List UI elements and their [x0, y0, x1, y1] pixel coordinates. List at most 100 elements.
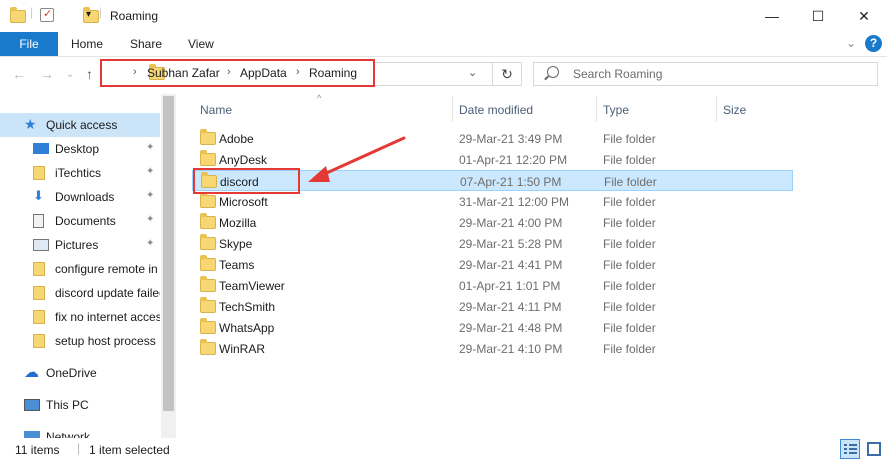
details-view-button[interactable]: [840, 439, 860, 459]
pin-icon[interactable]: ✦: [146, 190, 154, 201]
help-icon[interactable]: ?: [865, 35, 882, 52]
file-name[interactable]: TechSmith: [219, 300, 275, 314]
star-icon: ★: [24, 116, 37, 132]
up-arrow-icon[interactable]: ↑: [86, 66, 93, 82]
chevron-right-icon[interactable]: ›: [227, 66, 231, 78]
folder-icon: [200, 234, 216, 250]
sidebar-item-configure-remote-in[interactable]: configure remote in: [0, 258, 160, 280]
large-icons-view-button[interactable]: [864, 439, 884, 459]
column-header-type[interactable]: Type: [603, 103, 629, 117]
folder-icon: [200, 339, 216, 355]
file-row-teams[interactable]: Teams 29-Mar-21 4:41 PM File folder: [192, 254, 793, 275]
file-name[interactable]: Adobe: [219, 132, 254, 146]
breadcrumb-roaming[interactable]: Roaming: [309, 66, 357, 80]
properties-icon[interactable]: ✓: [40, 8, 54, 22]
file-name[interactable]: Skype: [219, 237, 252, 251]
annotation-highlight-box: [193, 168, 300, 194]
file-row-winrar[interactable]: WinRAR 29-Mar-21 4:10 PM File folder: [192, 338, 793, 359]
file-name[interactable]: Teams: [219, 258, 254, 272]
file-name[interactable]: TeamViewer: [219, 279, 285, 293]
column-header-date[interactable]: Date modified: [459, 103, 533, 117]
onedrive-icon: ☁: [24, 364, 39, 381]
sidebar-item-onedrive[interactable]: ☁ OneDrive: [0, 362, 160, 384]
file-type: File folder: [603, 195, 656, 209]
file-name[interactable]: WinRAR: [219, 342, 265, 356]
folder-icon: [200, 255, 216, 271]
file-row-microsoft[interactable]: Microsoft 31-Mar-21 12:00 PM File folder: [192, 191, 793, 212]
sidebar-item-label: Downloads: [55, 190, 115, 204]
back-arrow-icon[interactable]: ←: [12, 66, 26, 82]
folder-icon: [200, 192, 216, 208]
file-type: File folder: [603, 300, 656, 314]
maximize-button[interactable]: ☐: [795, 0, 841, 32]
pin-icon[interactable]: ✦: [146, 214, 154, 225]
column-header-name[interactable]: Name: [200, 103, 232, 117]
pictures-icon: [33, 239, 49, 251]
pin-icon[interactable]: ✦: [146, 166, 154, 177]
sidebar-item-documents[interactable]: Documents ✦: [0, 210, 160, 232]
file-date: 29-Mar-21 5:28 PM: [459, 237, 563, 251]
pin-icon[interactable]: ✦: [146, 142, 154, 153]
file-name[interactable]: WhatsApp: [219, 321, 274, 335]
file-row-techsmith[interactable]: TechSmith 29-Mar-21 4:11 PM File folder: [192, 296, 793, 317]
tab-home[interactable]: Home: [71, 37, 103, 51]
file-row-adobe[interactable]: Adobe 29-Mar-21 3:49 PM File folder: [192, 128, 793, 149]
tab-share[interactable]: Share: [130, 37, 162, 51]
tab-file[interactable]: File: [0, 32, 58, 56]
download-icon: ⬇: [33, 188, 44, 203]
breadcrumb-appdata[interactable]: AppData: [240, 66, 287, 80]
folder-icon: [200, 213, 216, 229]
file-name[interactable]: AnyDesk: [219, 153, 267, 167]
sidebar-item-discord-update-failed[interactable]: discord update failed: [0, 282, 160, 304]
sidebar-item-itechtics[interactable]: iTechtics ✦: [0, 162, 160, 184]
minimize-button[interactable]: —: [749, 0, 795, 32]
sidebar-item-label: setup host process: [55, 334, 156, 348]
search-placeholder[interactable]: Search Roaming: [573, 67, 662, 81]
file-date: 29-Mar-21 4:48 PM: [459, 321, 563, 335]
sidebar-item-label: iTechtics: [55, 166, 102, 180]
column-divider[interactable]: [596, 96, 597, 122]
divider: |: [30, 5, 34, 19]
breadcrumb-user[interactable]: Subhan Zafar: [147, 66, 220, 80]
desktop-icon: [33, 143, 49, 154]
file-type: File folder: [603, 216, 656, 230]
file-name[interactable]: Microsoft: [219, 195, 268, 209]
sidebar-item-fix-no-internet-access[interactable]: fix no internet access: [0, 306, 160, 328]
file-row-teamviewer[interactable]: TeamViewer 01-Apr-21 1:01 PM File folder: [192, 275, 793, 296]
file-row-whatsapp[interactable]: WhatsApp 29-Mar-21 4:48 PM File folder: [192, 317, 793, 338]
folder-icon: [200, 129, 216, 145]
recent-locations-icon[interactable]: ⌄: [66, 69, 74, 80]
sidebar-item-setup-host-process[interactable]: setup host process: [0, 330, 160, 352]
sidebar-item-downloads[interactable]: ⬇ Downloads ✦: [0, 186, 160, 208]
nav-scrollbar-thumb[interactable]: [163, 96, 174, 411]
file-type: File folder: [603, 258, 656, 272]
chevron-right-icon[interactable]: ›: [133, 66, 137, 78]
documents-icon: [33, 214, 44, 228]
file-name[interactable]: Mozilla: [219, 216, 256, 230]
sidebar-item-label: discord update failed: [55, 286, 160, 300]
close-button[interactable]: ✕: [841, 0, 887, 32]
sidebar-item-this-pc[interactable]: This PC: [0, 394, 160, 416]
file-type: File folder: [603, 321, 656, 335]
column-divider[interactable]: [452, 96, 453, 122]
selected-count: 1 item selected: [89, 443, 170, 457]
chevron-right-icon[interactable]: ›: [296, 66, 300, 78]
refresh-button[interactable]: ↻: [492, 62, 522, 86]
sidebar-item-pictures[interactable]: Pictures ✦: [0, 234, 160, 256]
pin-icon[interactable]: ✦: [146, 238, 154, 249]
sidebar-item-quick-access[interactable]: ★ Quick access: [0, 114, 160, 136]
file-row-anydesk[interactable]: AnyDesk 01-Apr-21 12:20 PM File folder: [192, 149, 793, 170]
forward-arrow-icon[interactable]: →: [40, 66, 54, 82]
sidebar-item-desktop[interactable]: Desktop ✦: [0, 138, 160, 160]
chevron-down-icon[interactable]: ⌄: [468, 66, 477, 79]
qat-dropdown-icon[interactable]: ▾: [86, 9, 91, 20]
column-divider[interactable]: [716, 96, 717, 122]
folder-icon: [33, 286, 45, 300]
chevron-up-icon[interactable]: ⌄: [846, 36, 856, 50]
file-date: 29-Mar-21 3:49 PM: [459, 132, 563, 146]
file-row-skype[interactable]: Skype 29-Mar-21 5:28 PM File folder: [192, 233, 793, 254]
file-row-mozilla[interactable]: Mozilla 29-Mar-21 4:00 PM File folder: [192, 212, 793, 233]
tab-view[interactable]: View: [188, 37, 214, 51]
column-header-size[interactable]: Size: [723, 103, 746, 117]
file-type: File folder: [603, 132, 656, 146]
